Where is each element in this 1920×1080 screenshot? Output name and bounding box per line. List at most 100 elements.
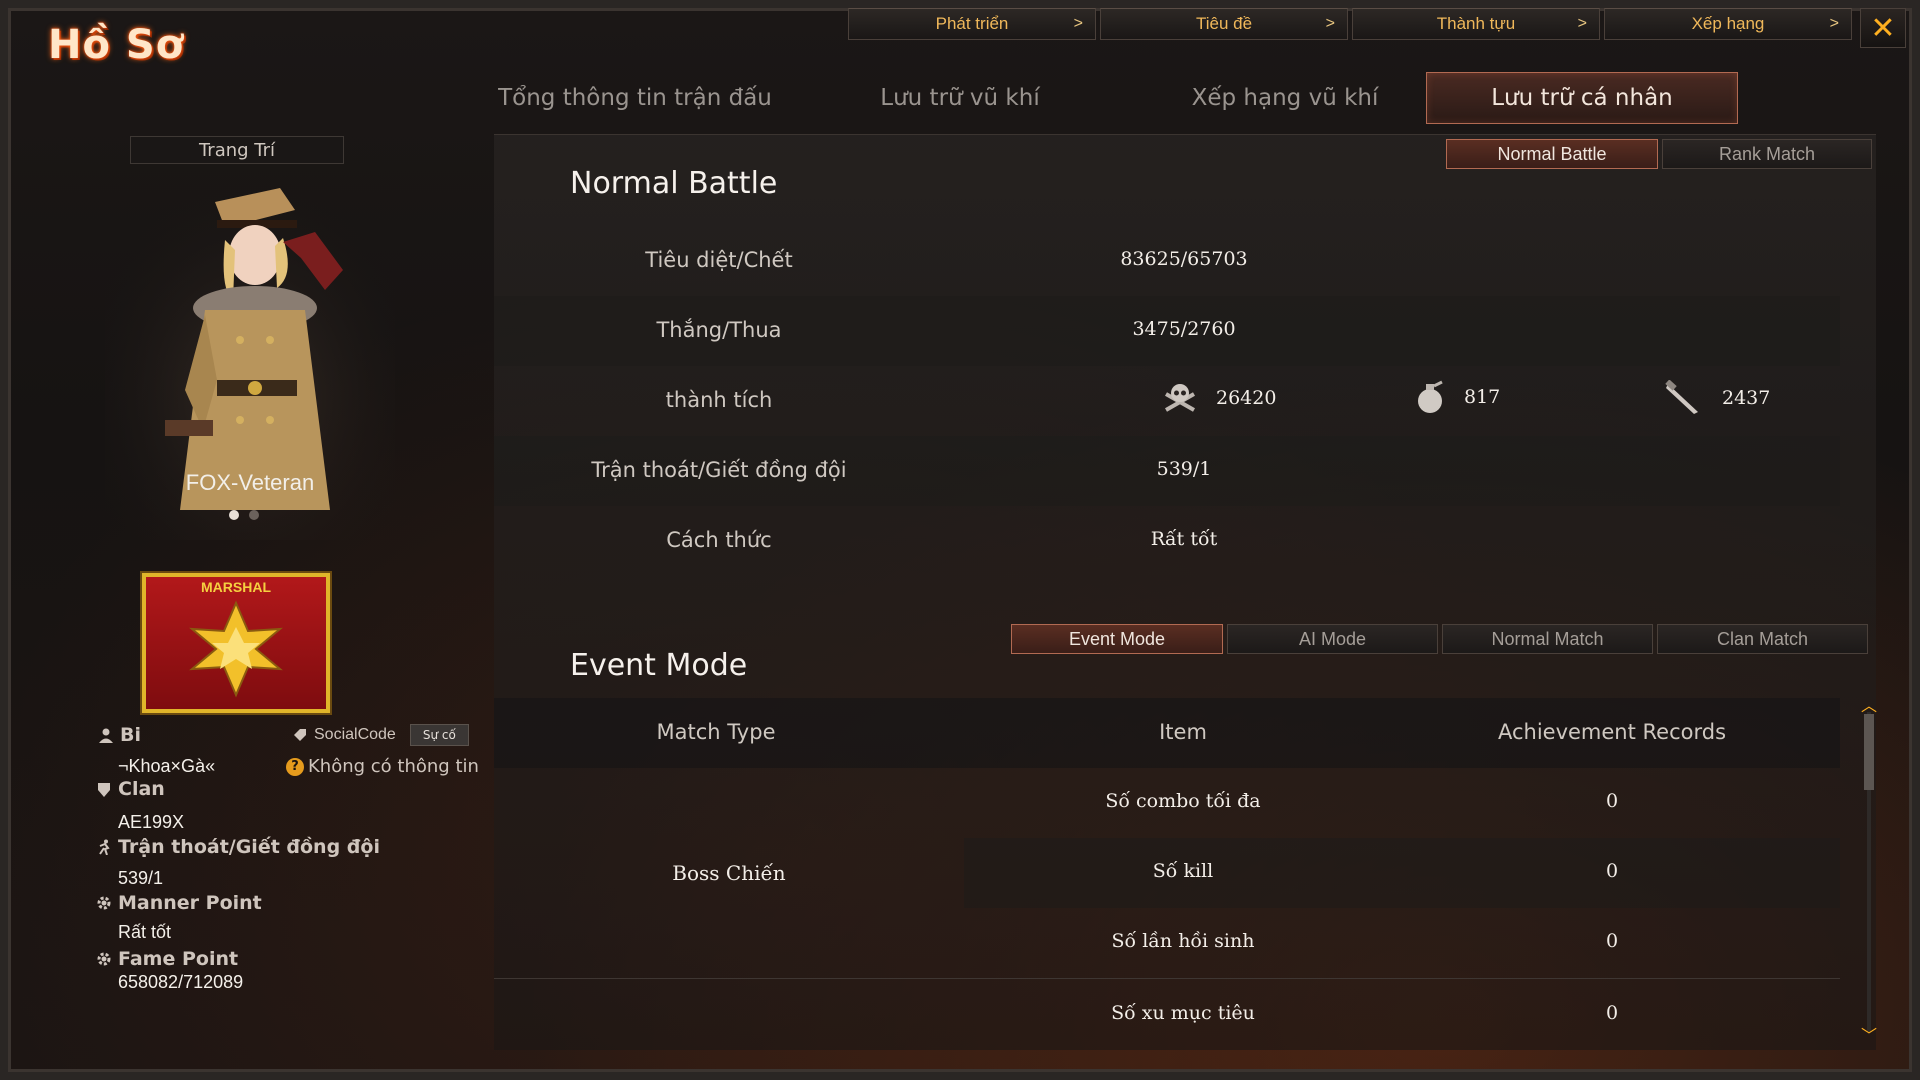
clan-row: Clan [96,778,165,800]
chevron-right-icon: > [1829,15,1839,32]
social-code-value: Không có thông tin [308,756,479,777]
tab-personal-storage[interactable]: Lưu trữ cá nhân [1426,72,1738,124]
nav-development-button[interactable]: Phát triển > [848,8,1096,40]
toggle-ai-mode[interactable]: AI Mode [1227,624,1438,654]
run-icon [99,839,110,855]
stat-row-manner: Cách thức Rất tốt [494,506,1840,576]
question-icon[interactable]: ? [286,757,304,776]
stat-row-escape: Trận thoát/Giết đồng đội 539/1 [494,436,1840,506]
nickname-value: ¬Khoa×Gà« [118,756,216,776]
event-mode-toggle: Event Mode AI Mode Normal Match Clan Mat… [1011,624,1868,654]
row-item: Số kill [1152,860,1214,882]
toggle-normal-match[interactable]: Normal Match [1442,624,1653,654]
row-value: 0 [1605,1002,1619,1024]
table-row: Số kill 0 [964,838,1840,908]
close-button[interactable]: ✕ [1860,8,1906,48]
scroll-thumb[interactable] [1864,714,1874,790]
row-value: 0 [1605,790,1619,812]
stat-label: Trận thoát/Giết đồng đội [591,458,847,482]
stat-value: Rất tốt [1150,528,1218,550]
stat-label: Cách thức [666,528,772,552]
table-divider [494,978,1840,979]
grenade-icon [1418,380,1443,413]
achievement-knife: 2437 [1664,380,1770,416]
tab-match-summary[interactable]: Tổng thông tin trận đấu [480,72,790,124]
normal-battle-title: Normal Battle [570,166,778,201]
pager-dot-active[interactable] [229,510,239,520]
nav-label: Xếp hạng [1691,14,1765,33]
fame-value: 658082/712089 [118,972,244,992]
stat-value: 3475/2760 [1132,318,1236,340]
fame-row: Fame Point [96,948,238,970]
match-type-boss: Boss Chiến [672,861,786,885]
escape-row: Trận thoát/Giết đồng đội [96,836,380,858]
table-row: Số lần hồi sinh 0 [964,908,1840,978]
nav-titles-button[interactable]: Tiêu đề > [1100,8,1348,40]
gear-icon [97,896,111,910]
user-icon [99,728,113,743]
social-info: ? Không có thông tin [286,756,479,777]
stat-row-achievements: thành tích 26420 817 2437 [494,366,1840,436]
toggle-rank-match[interactable]: Rank Match [1662,139,1872,169]
chevron-right-icon: > [1073,15,1083,32]
tab-weapon-ranking[interactable]: Xếp hạng vũ khí [1130,72,1440,124]
event-mode-title: Event Mode [570,648,748,683]
knife-icon [1665,380,1698,414]
page-title: Hồ Sơ [48,22,185,68]
stat-row-wl: Thắng/Thua 3475/2760 [494,296,1840,366]
stat-label: Tiêu diệt/Chết [645,248,793,272]
grenade-count: 817 [1464,386,1501,408]
social-code-label: SocialCode [314,726,396,743]
stat-label: thành tích [665,388,773,412]
header-item: Item [1159,720,1207,744]
character-name: FOX-Veteran [185,470,315,495]
decoration-button[interactable]: Trang Trí [130,136,344,164]
stat-label: Thắng/Thua [656,318,782,342]
row-value: 0 [1605,930,1619,952]
scroll-up-icon[interactable]: ︿ [1860,698,1878,714]
event-table-header: Match Type Item Achievement Records [494,698,1840,768]
achievement-headshot: 26420 [1162,380,1276,416]
stat-value: 539/1 [1156,458,1212,480]
gear-icon [97,952,111,966]
tag-icon [294,729,306,741]
scroll-down-icon[interactable]: ﹀ [1860,1028,1878,1044]
escape-value: 539/1 [118,868,164,888]
headshot-count: 26420 [1216,387,1277,409]
clan-label: Clan [118,778,165,800]
achievement-grenade: 817 [1414,380,1500,414]
nav-achievements-button[interactable]: Thành tựu > [1352,8,1600,40]
toggle-clan-match[interactable]: Clan Match [1657,624,1868,654]
manner-value: Rất tốt [118,922,172,942]
manner-label: Manner Point [118,892,262,914]
row-item: Số xu mục tiêu [1111,1002,1255,1024]
character-pager [229,510,259,520]
clan-icon [98,783,110,797]
nav-ranking-button[interactable]: Xếp hạng > [1604,8,1852,40]
close-icon: ✕ [1870,10,1896,46]
social-code-row: SocialCode Sự cố [292,724,469,746]
nickname-label-row: Bi [98,724,141,746]
table-scrollbar[interactable]: ︿ ﹀ [1860,698,1878,1044]
rank-name: MARSHAL [201,579,271,595]
toggle-event-mode[interactable]: Event Mode [1011,624,1223,654]
header-records: Achievement Records [1497,720,1727,744]
fame-label: Fame Point [118,948,239,970]
star-rank-icon [189,600,283,698]
nav-label: Phát triển [935,14,1009,33]
header-match-type: Match Type [656,720,776,744]
rank-badge: MARSHAL [142,573,330,713]
table-row: Số combo tối đa 0 [964,768,1840,838]
tab-weapon-storage[interactable]: Lưu trữ vũ khí [825,72,1095,124]
top-navigation: Phát triển > Tiêu đề > Thành tựu > Xếp h… [848,8,1852,40]
nickname-label: Bi [120,724,141,746]
pager-dot[interactable] [249,510,259,520]
knife-count: 2437 [1722,387,1771,409]
report-button[interactable]: Sự cố [409,724,469,746]
stat-value: 83625/65703 [1120,248,1248,270]
chevron-right-icon: > [1577,15,1587,32]
nav-label: Thành tựu [1436,14,1516,33]
toggle-normal-battle[interactable]: Normal Battle [1446,139,1658,169]
table-row: Số xu mục tiêu 0 [964,980,1840,1050]
row-item: Số lần hồi sinh [1111,930,1255,952]
